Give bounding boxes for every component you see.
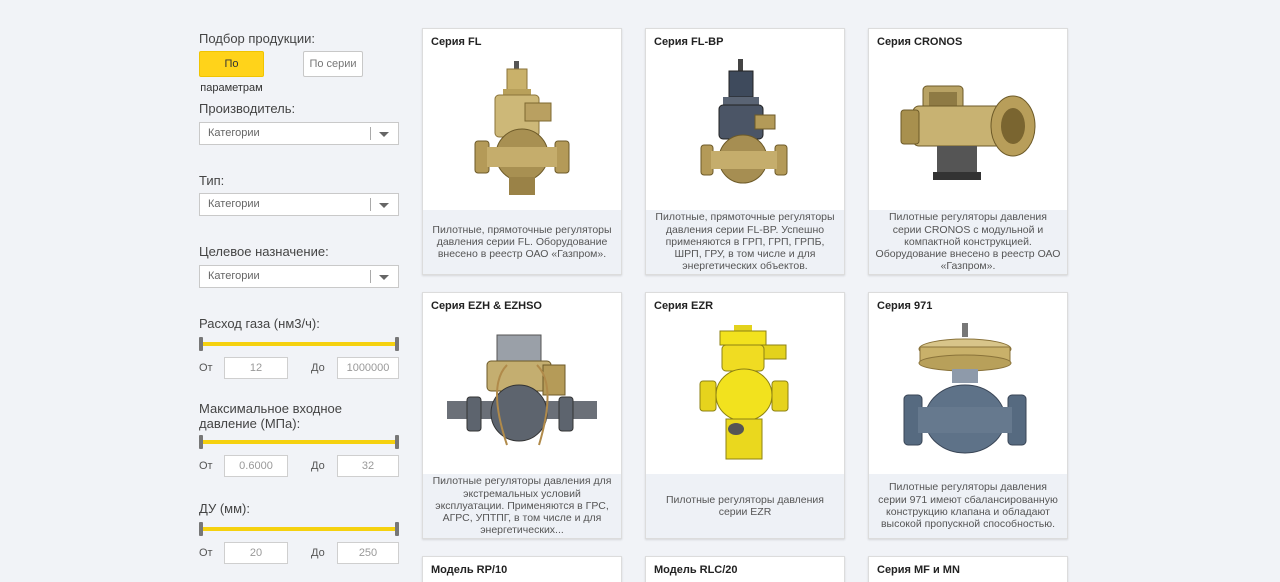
product-card[interactable]: Серия FL Пилотные, прямоточные регулятор… xyxy=(422,28,622,275)
type-select[interactable]: Категории xyxy=(199,193,399,216)
gas-flow-to-input[interactable] xyxy=(337,357,399,379)
product-description: Пилотные, прямоточные регуляторы давлени… xyxy=(646,210,844,274)
to-label: До xyxy=(311,362,325,374)
product-card[interactable]: Модель RLC/20 xyxy=(645,556,845,582)
slider-handle-min[interactable] xyxy=(199,435,203,449)
product-title: Серия FL xyxy=(431,36,482,48)
tab-by-parameters[interactable]: По параметрам xyxy=(199,51,264,94)
from-label: От xyxy=(199,362,213,374)
regulator-ezr-icon xyxy=(646,319,844,471)
du-from-input[interactable] xyxy=(224,542,288,564)
product-card[interactable]: Серия 971 Пилотные регуляторы давления с… xyxy=(868,292,1068,539)
slider-handle-min[interactable] xyxy=(199,522,203,536)
type-label: Тип: xyxy=(199,173,225,188)
type-select-value: Категории xyxy=(208,198,260,210)
manufacturer-select[interactable]: Категории xyxy=(199,122,399,145)
slider-handle-max[interactable] xyxy=(395,337,399,351)
product-title: Серия 971 xyxy=(877,300,933,312)
select-divider xyxy=(370,127,371,140)
max-pressure-to-input[interactable] xyxy=(337,455,399,477)
from-label: От xyxy=(199,460,213,472)
product-description: Пилотные регуляторы давления серии CRONO… xyxy=(869,210,1067,274)
slider-handle-min[interactable] xyxy=(199,337,203,351)
slider-handle-max[interactable] xyxy=(395,522,399,536)
slider-handle-max[interactable] xyxy=(395,435,399,449)
product-description: Пилотные, прямоточные регуляторы давлени… xyxy=(423,210,621,274)
gas-flow-from-input[interactable] xyxy=(224,357,288,379)
product-title: Серия MF и MN xyxy=(877,564,960,576)
chevron-down-icon xyxy=(379,203,389,208)
to-label: До xyxy=(311,460,325,472)
max-pressure-from-input[interactable] xyxy=(224,455,288,477)
product-title: Серия CRONOS xyxy=(877,36,963,48)
from-label: От xyxy=(199,547,213,559)
product-title: Модель RLC/20 xyxy=(654,564,738,576)
filter-title: Подбор продукции: xyxy=(199,31,315,46)
product-title: Модель RP/10 xyxy=(431,564,508,576)
product-description: Пилотные регуляторы давления серии 971 и… xyxy=(869,474,1067,538)
product-card[interactable]: Серия CRONOS Пилотные регуляторы давлени… xyxy=(868,28,1068,275)
product-title: Серия FL-BP xyxy=(654,36,724,48)
gas-flow-range: От До xyxy=(199,357,401,379)
gas-flow-label: Расход газа (нм3/ч): xyxy=(199,316,320,331)
product-card[interactable]: Модель RP/10 xyxy=(422,556,622,582)
product-card[interactable]: Серия EZR Пилотные регуляторы давления с… xyxy=(645,292,845,539)
product-title: Серия EZH & EZHSO xyxy=(431,300,542,312)
max-pressure-range: От До xyxy=(199,455,401,477)
chevron-down-icon xyxy=(379,275,389,280)
regulator-ezh-icon xyxy=(423,319,621,471)
product-card[interactable]: Серия FL-BP Пилотные, прямоточные регуля… xyxy=(645,28,845,275)
product-description: Пилотные регуляторы давления для экстрем… xyxy=(423,474,621,538)
du-label: ДУ (мм): xyxy=(199,501,250,516)
du-range: От До xyxy=(199,542,401,564)
regulator-cronos-icon xyxy=(869,55,1067,207)
gas-flow-slider[interactable] xyxy=(199,337,399,351)
select-divider xyxy=(370,270,371,283)
max-pressure-slider[interactable] xyxy=(199,435,399,449)
product-description: Пилотные регуляторы давления серии EZR xyxy=(646,474,844,538)
select-divider xyxy=(370,198,371,211)
manufacturer-select-value: Категории xyxy=(208,127,260,139)
chevron-down-icon xyxy=(379,132,389,137)
slider-track xyxy=(201,440,397,444)
product-card[interactable]: Серия MF и MN xyxy=(868,556,1068,582)
purpose-label: Целевое назначение: xyxy=(199,244,329,259)
manufacturer-label: Производитель: xyxy=(199,101,296,116)
regulator-fl-bp-icon xyxy=(646,55,844,207)
product-title: Серия EZR xyxy=(654,300,714,312)
to-label: До xyxy=(311,547,325,559)
product-card[interactable]: Серия EZH & EZHSO Пилотные регуляторы да… xyxy=(422,292,622,539)
max-pressure-label: Максимальное входное давление (МПа): xyxy=(199,401,343,431)
regulator-fl-icon xyxy=(423,55,621,207)
du-slider[interactable] xyxy=(199,522,399,536)
tab-by-series[interactable]: По серии xyxy=(303,51,363,77)
regulator-971-icon xyxy=(869,319,1067,471)
purpose-select-value: Категории xyxy=(208,270,260,282)
purpose-select[interactable]: Категории xyxy=(199,265,399,288)
slider-track xyxy=(201,342,397,346)
du-to-input[interactable] xyxy=(337,542,399,564)
slider-track xyxy=(201,527,397,531)
